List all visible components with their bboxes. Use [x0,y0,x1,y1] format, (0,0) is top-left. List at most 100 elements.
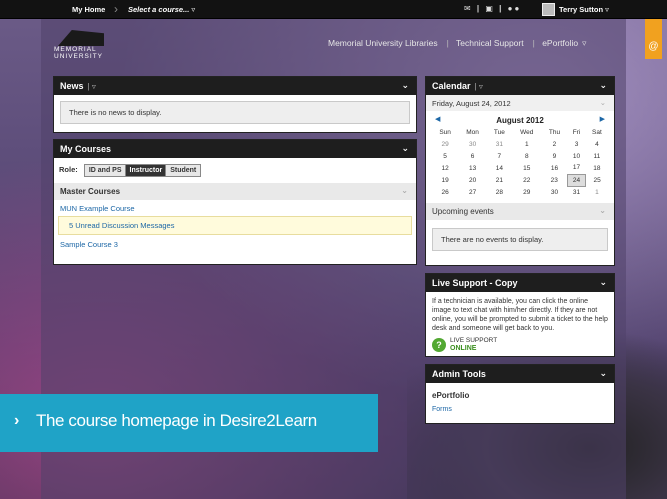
calendar-day[interactable]: 26 [432,186,458,198]
mail-icon[interactable]: ✉ [464,4,473,13]
calendar-day[interactable]: 4 [586,138,608,150]
live-support-text: If a technician is available, you can cl… [432,298,608,332]
chevron-down-icon[interactable]: ⌄ [599,368,607,379]
calendar-day[interactable]: 25 [586,174,608,186]
course-link-mun-example[interactable]: MUN Example Course [60,204,135,213]
eportfolio-menu[interactable]: ePortfolio ▿ [542,38,586,48]
chevron-down-icon[interactable]: ⌄ [401,143,409,154]
calendar-day[interactable]: 30 [542,186,567,198]
calendar-day[interactable]: 29 [512,186,542,198]
master-courses-section[interactable]: Master Courses ⌄ [54,183,416,200]
calendar-day[interactable]: 28 [487,186,512,198]
upcoming-events-title: Upcoming events [432,207,494,216]
role-bar: Role: ID and PS Instructor Student [54,158,416,183]
calendar-day[interactable]: 12 [432,162,458,174]
calendar-day[interactable]: 3 [567,138,586,150]
calendar-day[interactable]: 1 [586,186,608,198]
calendar-widget: Calendar | ▿ ⌄ Friday, August 24, 2012 ⌄ … [425,76,615,266]
unread-messages-link[interactable]: 5 Unread Discussion Messages [69,221,174,230]
live-support-header: Live Support - Copy ⌄ [426,274,614,292]
news-header: News | ▿ ⌄ [54,77,416,95]
libraries-link[interactable]: Memorial University Libraries [328,38,438,48]
calendar-day[interactable]: 31 [487,138,512,150]
calendar-day[interactable]: 24 [566,173,587,187]
calendar-month-label: August 2012 [496,116,544,125]
caption-banner: › The course homepage in Desire2Learn [0,394,378,452]
forms-link[interactable]: Forms [432,406,452,413]
calendar-day[interactable]: 16 [542,162,567,174]
top-navbar: My Home › Select a course... ▿ ✉ | ▣ | ●… [0,0,667,19]
calendar-day[interactable]: 31 [567,186,586,198]
course-selector[interactable]: Select a course... ▿ [128,5,195,14]
calendar-day[interactable]: 18 [586,162,608,174]
calendar-day[interactable]: 19 [432,174,458,186]
calendar-day-header: Wed [520,129,534,136]
calendar-day[interactable]: 22 [512,174,542,186]
calendar-day[interactable]: 9 [542,150,567,162]
calendar-current-date: Friday, August 24, 2012 ⌄ [426,95,614,111]
orange-side-tab[interactable]: @ [645,19,662,59]
avatar[interactable] [542,3,555,16]
prev-month-icon[interactable]: ◀ [435,115,440,123]
university-logo[interactable]: MEMORIAL UNIVERSITY [54,30,110,60]
chevron-down-icon[interactable]: ⌄ [599,80,607,91]
calendar-day[interactable]: 14 [487,162,512,174]
my-courses-widget: My Courses ⌄ Role: ID and PS Instructor St… [53,139,417,265]
chat-icon[interactable]: ●● [508,4,522,13]
role-instructor-button[interactable]: Instructor [124,164,168,177]
calendar-day[interactable]: 17 [567,162,586,174]
upcoming-events-section[interactable]: Upcoming events ⌄ [426,203,614,220]
upcoming-events-message: There are no events to display. [432,228,608,251]
calendar-day[interactable]: 30 [458,138,487,150]
logo-mark [58,30,104,46]
calendar-day[interactable]: 13 [458,162,487,174]
calendar-day[interactable]: 15 [512,162,542,174]
calendar-day[interactable]: 21 [487,174,512,186]
my-home-link[interactable]: My Home [72,5,105,14]
chevron-down-icon[interactable]: ⌄ [600,98,606,107]
live-support-status: ONLINE [450,345,477,352]
calendar-day[interactable]: 1 [512,138,542,150]
admin-tools-title: Admin Tools [432,369,486,379]
calendar-day-header: Sat [592,129,602,136]
role-id-ps-button[interactable]: ID and PS [83,164,127,177]
live-support-badge-line1: LIVE SUPPORT [450,337,498,344]
user-menu[interactable]: Terry Sutton ▿ [559,5,609,14]
admin-tools-widget: Admin Tools ⌄ ePortfolio Forms [425,364,615,424]
calendar-day[interactable]: 10 [567,150,586,162]
calendar-day[interactable]: 11 [586,150,608,162]
next-month-icon[interactable]: ▶ [600,115,605,123]
calendar-day-header: Fri [572,129,581,136]
chevron-down-icon[interactable]: ⌄ [599,206,606,215]
header-links: Memorial University Libraries | Technical… [328,38,587,48]
notifications-icon[interactable]: ▣ [485,4,495,13]
role-student-button[interactable]: Student [165,164,202,177]
live-support-badge[interactable]: ? LIVE SUPPORT ONLINE [432,336,614,358]
breadcrumb-chevron-icon: › [114,2,118,16]
calendar-day[interactable]: 6 [458,150,487,162]
logo-line2: UNIVERSITY [54,53,104,60]
help-icon: ? [432,338,446,352]
calendar-day[interactable]: 8 [512,150,542,162]
calendar-header: Calendar | ▿ ⌄ [426,77,614,95]
my-courses-header: My Courses ⌄ [54,140,416,158]
calendar-date-label: Friday, August 24, 2012 [432,99,511,108]
calendar-day[interactable]: 7 [487,150,512,162]
live-support-title: Live Support - Copy [432,278,518,288]
calendar-day[interactable]: 27 [458,186,487,198]
calendar-day[interactable]: 23 [542,174,567,186]
admin-eportfolio-heading: ePortfolio [432,391,470,400]
news-widget: News | ▿ ⌄ There is no news to display. [53,76,417,133]
calendar-day[interactable]: 2 [542,138,567,150]
chevron-down-icon[interactable]: ⌄ [401,80,409,91]
calendar-day[interactable]: 29 [432,138,458,150]
calendar-day-header: Mon [466,129,479,136]
calendar-day[interactable]: 20 [458,174,487,186]
course-link-sample-3[interactable]: Sample Course 3 [60,240,118,249]
technical-support-link[interactable]: Technical Support [456,38,524,48]
my-courses-title: My Courses [60,144,112,154]
calendar-day[interactable]: 5 [432,150,458,162]
news-message: There is no news to display. [60,101,410,124]
chevron-down-icon[interactable]: ⌄ [401,186,408,195]
chevron-down-icon[interactable]: ⌄ [599,277,607,288]
